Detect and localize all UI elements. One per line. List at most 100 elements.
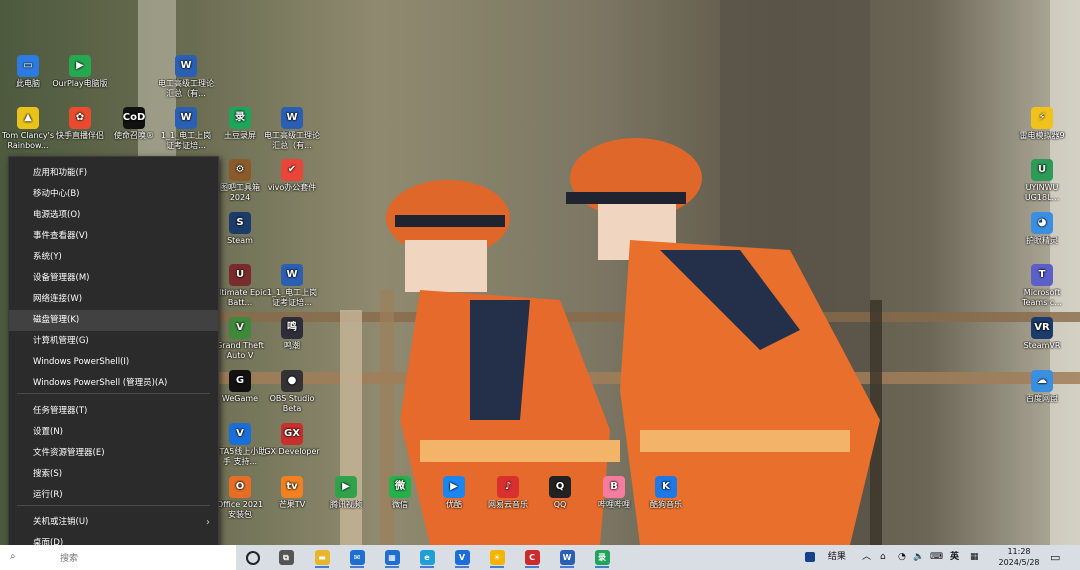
menu-item-label: 应用和功能(F) — [33, 168, 88, 178]
clock[interactable]: 11:28 2024/5/28 — [990, 546, 1048, 568]
desktop-icon-label: GX Developer — [264, 447, 320, 456]
desktop-icon[interactable]: S Steam — [212, 212, 268, 246]
menu-item[interactable]: 运行(R) — [9, 485, 218, 506]
app-icon: GX — [281, 423, 303, 445]
menu-item-label: 移动中心(B) — [33, 189, 80, 199]
desktop-icon[interactable]: U Ultimate Epic Batt... — [212, 264, 268, 308]
desktop-icon[interactable]: T Microsoft Teams c... — [1014, 264, 1070, 308]
desktop-icon[interactable]: Q QQ — [532, 476, 588, 510]
app-icon: S — [229, 212, 251, 234]
menu-item[interactable]: 计算机管理(G) — [9, 331, 218, 352]
desktop-icon[interactable]: ▶ 腾讯视频 — [318, 476, 374, 510]
desktop-icon[interactable]: V Grand Theft Auto V — [212, 317, 268, 361]
desktop-icon[interactable]: B 哔哩哔哩 — [586, 476, 642, 510]
desktop-icon[interactable]: W 电工高级工理论汇总（有... — [158, 55, 214, 99]
running-indicator — [595, 566, 609, 568]
menu-item[interactable]: 磁盘管理(K) — [9, 310, 218, 331]
menu-item[interactable]: Windows PowerShell(I) — [9, 352, 218, 373]
desktop-icon[interactable]: 录土豆录屏 — [212, 107, 268, 141]
task-view-icon: ⧉ — [278, 550, 294, 565]
desktop-icon[interactable]: 鸣鸣潮 — [264, 317, 320, 351]
menu-item-label: 电源选项(O) — [33, 210, 81, 220]
desktop-icon-label: Steam — [227, 236, 253, 245]
wifi-icon[interactable]: ◔ — [898, 545, 906, 570]
tray-app-icon[interactable]: ⌂ — [880, 545, 886, 570]
desktop-icon[interactable]: ▶ OurPlay电脑版 — [52, 55, 108, 89]
taskbar-app-edge[interactable]: e — [416, 547, 438, 568]
desktop-icon[interactable]: ☁ 百度网盘 — [1014, 370, 1070, 404]
desktop-icon[interactable]: K 酷狗音乐 — [638, 476, 694, 510]
cortana-button[interactable] — [242, 547, 264, 568]
desktop-icon-label: 土豆录屏 — [224, 131, 256, 140]
desktop-icon[interactable]: W 1_1_电工上岗证考证培... — [158, 107, 214, 151]
taskbar-app-weather[interactable]: ☀ — [486, 547, 508, 568]
desktop-icon[interactable]: ▲ Tom Clancy's Rainbow... — [0, 107, 56, 151]
tray-overflow-chevron-icon[interactable]: ︿ — [862, 545, 871, 570]
desktop-icon[interactable]: ♪ 网易云音乐 — [480, 476, 536, 510]
app-icon: T — [1031, 264, 1053, 286]
desktop-icon[interactable]: ⚡ 雷电模拟器9 — [1014, 107, 1070, 141]
desktop-icon-label: 芒果TV — [278, 500, 306, 509]
desktop-icon-label: OurPlay电脑版 — [52, 79, 108, 88]
desktop-icon[interactable]: 微微信 — [372, 476, 428, 510]
desktop-icon-label: 哔哩哔哩 — [598, 500, 630, 509]
menu-item[interactable]: 移动中心(B) — [9, 184, 218, 205]
news-widget[interactable]: 结果 — [805, 545, 846, 570]
menu-item[interactable]: 搜索(S) — [9, 464, 218, 485]
desktop-icon[interactable]: U UYINWU UG18L... — [1014, 159, 1070, 203]
taskbar-app-store[interactable]: ▦ — [381, 547, 403, 568]
menu-item[interactable]: 设置(N) — [9, 422, 218, 443]
menu-item[interactable]: 电源选项(O) — [9, 205, 218, 226]
notification-center-icon[interactable]: ▭ — [1050, 545, 1060, 570]
search-box[interactable]: ⌕ 搜索 — [0, 545, 236, 570]
taskbar-app-mail[interactable]: ✉ — [346, 547, 368, 568]
desktop-icon[interactable]: ⚙ 图吧工具箱2024 — [212, 159, 268, 203]
desktop-icon[interactable]: ▶ 优酷 — [426, 476, 482, 510]
desktop-icon[interactable]: O Office 2021 安装包 — [212, 476, 268, 520]
menu-item[interactable]: 系统(Y) — [9, 247, 218, 268]
cod-icon: C — [524, 550, 540, 565]
desktop-icon[interactable]: ✿ 快手直播伴侣 — [52, 107, 108, 141]
menu-item[interactable]: Windows PowerShell (管理员)(A) — [9, 373, 218, 394]
volume-icon[interactable]: 🔈 — [913, 545, 924, 570]
menu-separator — [17, 505, 210, 506]
desktop-icon[interactable]: VR SteamVR — [1014, 317, 1070, 351]
ime-mode-icon[interactable]: ▦ — [970, 545, 979, 570]
desktop-icon-label: 图吧工具箱2024 — [220, 183, 260, 202]
taskbar-app-word[interactable]: W — [556, 547, 578, 568]
menu-item[interactable]: 关机或注销(U) › — [9, 512, 218, 533]
menu-item[interactable]: 文件资源管理器(E) — [9, 443, 218, 464]
desktop-icon[interactable]: GX GX Developer — [264, 423, 320, 457]
desktop-icon[interactable]: CoD 使命召唤® — [106, 107, 162, 141]
app-icon: K — [655, 476, 677, 498]
desktop-icon[interactable]: G WeGame — [212, 370, 268, 404]
taskbar: ⌕ 搜索 ⧉ ▬ ✉ ▦ e V ☀ C W 录 结果 ︿ ⌂ ◔ 🔈 ⌨ 英 ▦ 11:28 2… — [0, 545, 1080, 570]
menu-item[interactable]: 事件查看器(V) — [9, 226, 218, 247]
menu-item[interactable]: 任务管理器(T) — [9, 401, 218, 422]
desktop-icon[interactable]: W 电工高级工理论汇总（有... — [264, 107, 320, 151]
desktop-icon[interactable]: V GTA5线上小助手 支持... — [212, 423, 268, 467]
desktop-icon[interactable]: ✔ vivo办公套件 — [264, 159, 320, 193]
taskbar-app-file-explorer[interactable]: ▬ — [311, 547, 333, 568]
app-icon: V — [229, 423, 251, 445]
desktop-icon[interactable]: ◕ 护眼精灵 — [1014, 212, 1070, 246]
ime-indicator[interactable]: 英 — [950, 545, 959, 570]
keyboard-icon[interactable]: ⌨ — [930, 545, 943, 570]
desktop-icon-label: 1_1_电工上岗证考证培... — [266, 288, 318, 307]
weather-icon: ☀ — [489, 550, 505, 565]
menu-item[interactable]: 设备管理器(M) — [9, 268, 218, 289]
desktop-icon-label: Office 2021 安装包 — [216, 500, 264, 519]
desktop-icon[interactable]: ▭ 此电脑 — [0, 55, 56, 89]
menu-item[interactable]: 网络连接(W) — [9, 289, 218, 310]
desktop-icon[interactable]: tv 芒果TV — [264, 476, 320, 510]
app-icon: ▶ — [443, 476, 465, 498]
app-icon: tv — [281, 476, 303, 498]
menu-item[interactable]: 应用和功能(F) — [9, 163, 218, 184]
desktop-icon[interactable]: W 1_1_电工上岗证考证培... — [264, 264, 320, 308]
desktop-icon-label: 网易云音乐 — [488, 500, 528, 509]
taskbar-app-tools[interactable]: V — [451, 547, 473, 568]
taskbar-app-cod[interactable]: C — [521, 547, 543, 568]
taskbar-app-recorder[interactable]: 录 — [591, 547, 613, 568]
taskbar-app-task-view[interactable]: ⧉ — [275, 547, 297, 568]
desktop-icon[interactable]: ● OBS Studio Beta — [264, 370, 320, 414]
